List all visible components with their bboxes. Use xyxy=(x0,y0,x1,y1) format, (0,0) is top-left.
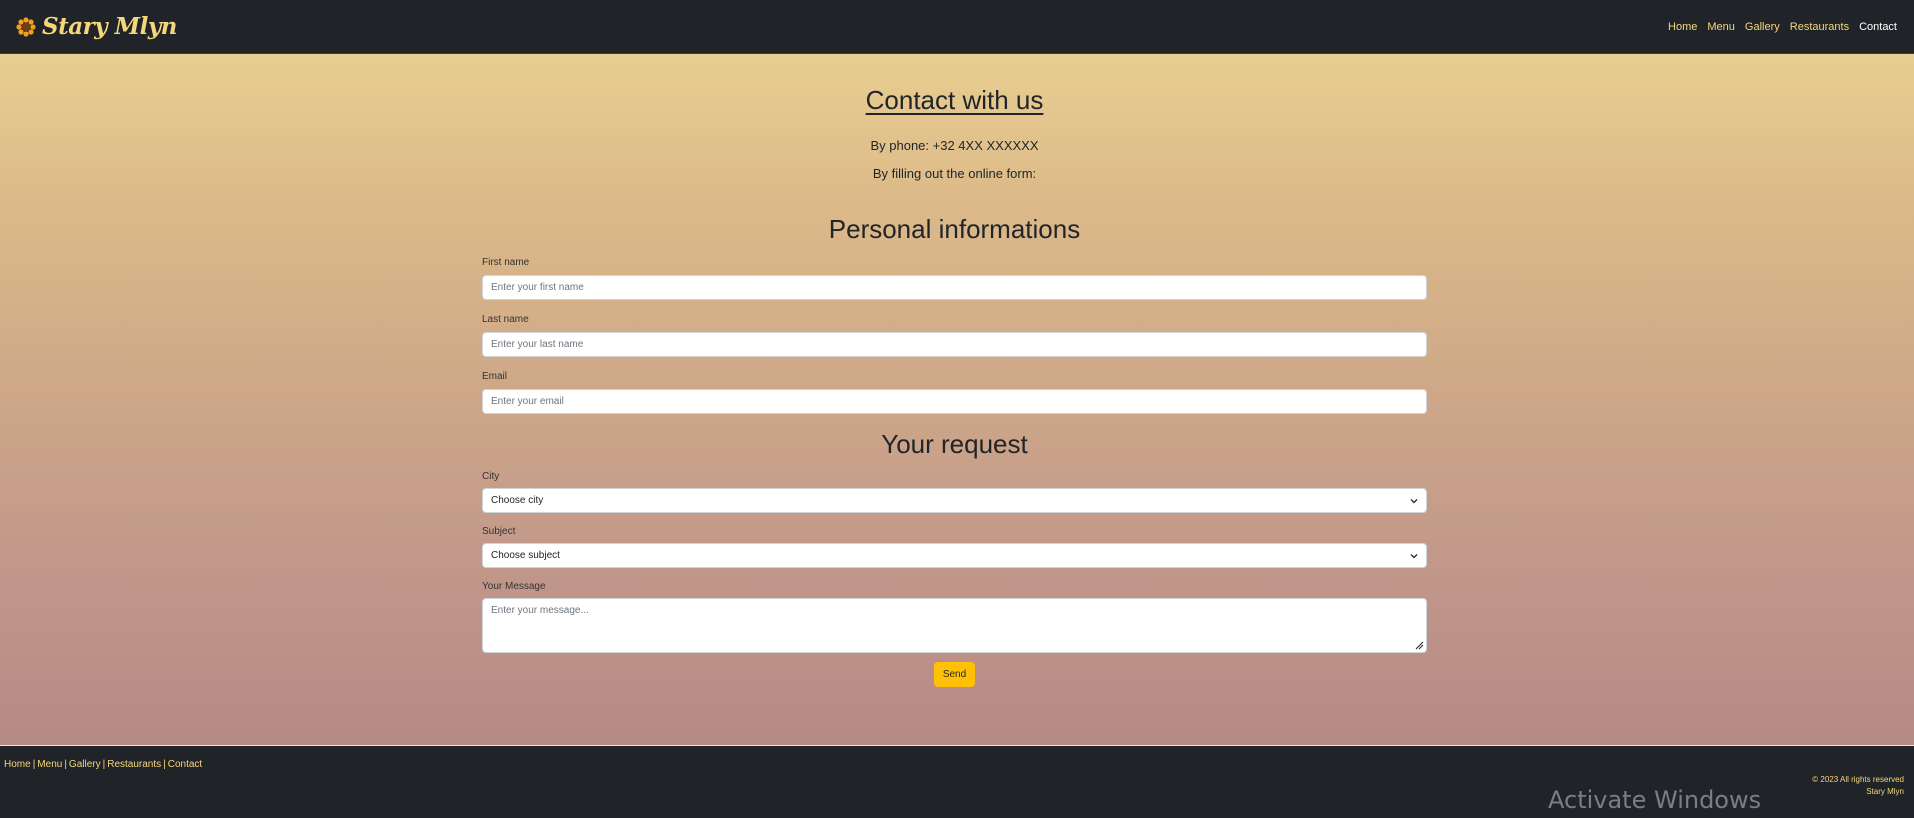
footer-menu-link[interactable]: Menu xyxy=(37,759,62,770)
message-label: Your Message xyxy=(482,581,546,592)
copyright-text: © 2023 All rights reserved xyxy=(1812,775,1904,784)
phone-info: By phone: +32 4XX XXXXXX xyxy=(870,138,1039,153)
footer-company-name: Stary Mlyn xyxy=(1866,787,1904,796)
nav-menu-link[interactable]: Menu xyxy=(1702,0,1740,54)
main-content: Contact with us By phone: +32 4XX XXXXXX… xyxy=(0,54,1914,746)
subject-label: Subject xyxy=(482,526,516,537)
nav-contact-link[interactable]: Contact xyxy=(1854,0,1902,54)
personal-info-heading: Personal informations xyxy=(828,214,1081,244)
footer-separator: | xyxy=(64,759,67,770)
resize-handle-icon[interactable] xyxy=(1415,641,1424,650)
footer-home-link[interactable]: Home xyxy=(4,759,31,770)
first-name-label: First name xyxy=(482,257,530,268)
first-name-input[interactable] xyxy=(482,275,1427,300)
activate-windows-watermark: Activate Windows xyxy=(1548,786,1762,814)
message-textarea[interactable] xyxy=(482,598,1427,653)
message-wrapper xyxy=(482,598,1427,653)
chevron-down-icon xyxy=(1410,553,1418,558)
city-label: City xyxy=(482,471,500,482)
city-selected-value: Choose city xyxy=(491,495,544,506)
last-name-label: Last name xyxy=(482,314,529,325)
request-heading: Your request xyxy=(881,429,1028,459)
nav-restaurants-link[interactable]: Restaurants xyxy=(1785,0,1854,54)
subject-selected-value: Choose subject xyxy=(491,550,560,561)
last-name-input[interactable] xyxy=(482,332,1427,357)
footer-restaurants-link[interactable]: Restaurants xyxy=(107,759,161,770)
footer-contact-link[interactable]: Contact xyxy=(168,759,202,770)
subject-select[interactable]: Choose subject xyxy=(482,543,1427,568)
form-info: By filling out the online form: xyxy=(872,166,1037,181)
nav-menu: Home Menu Gallery Restaurants Contact xyxy=(1663,0,1902,54)
top-navbar: Stary Mlyn Home Menu Gallery Restaurants… xyxy=(0,0,1914,54)
page-title: Contact with us xyxy=(865,85,1044,115)
chevron-down-icon xyxy=(1410,498,1418,503)
footer-gallery-link[interactable]: Gallery xyxy=(69,759,101,770)
footer-separator: | xyxy=(163,759,166,770)
brand-name: Stary Mlyn xyxy=(42,13,177,40)
nav-gallery-link[interactable]: Gallery xyxy=(1740,0,1785,54)
footer-nav: Home | Menu | Gallery | Restaurants | Contact xyxy=(4,759,202,770)
copyright-block: © 2023 All rights reserved Stary Mlyn xyxy=(1812,774,1904,798)
sunflower-icon xyxy=(16,16,36,37)
city-select[interactable]: Choose city xyxy=(482,488,1427,513)
send-button[interactable]: Send xyxy=(934,662,975,687)
email-input[interactable] xyxy=(482,389,1427,414)
email-label: Email xyxy=(482,371,508,382)
brand-link[interactable]: Stary Mlyn xyxy=(16,13,177,40)
nav-home-link[interactable]: Home xyxy=(1663,0,1702,54)
site-footer: Home | Menu | Gallery | Restaurants | Contact Ac… xyxy=(0,746,1914,818)
